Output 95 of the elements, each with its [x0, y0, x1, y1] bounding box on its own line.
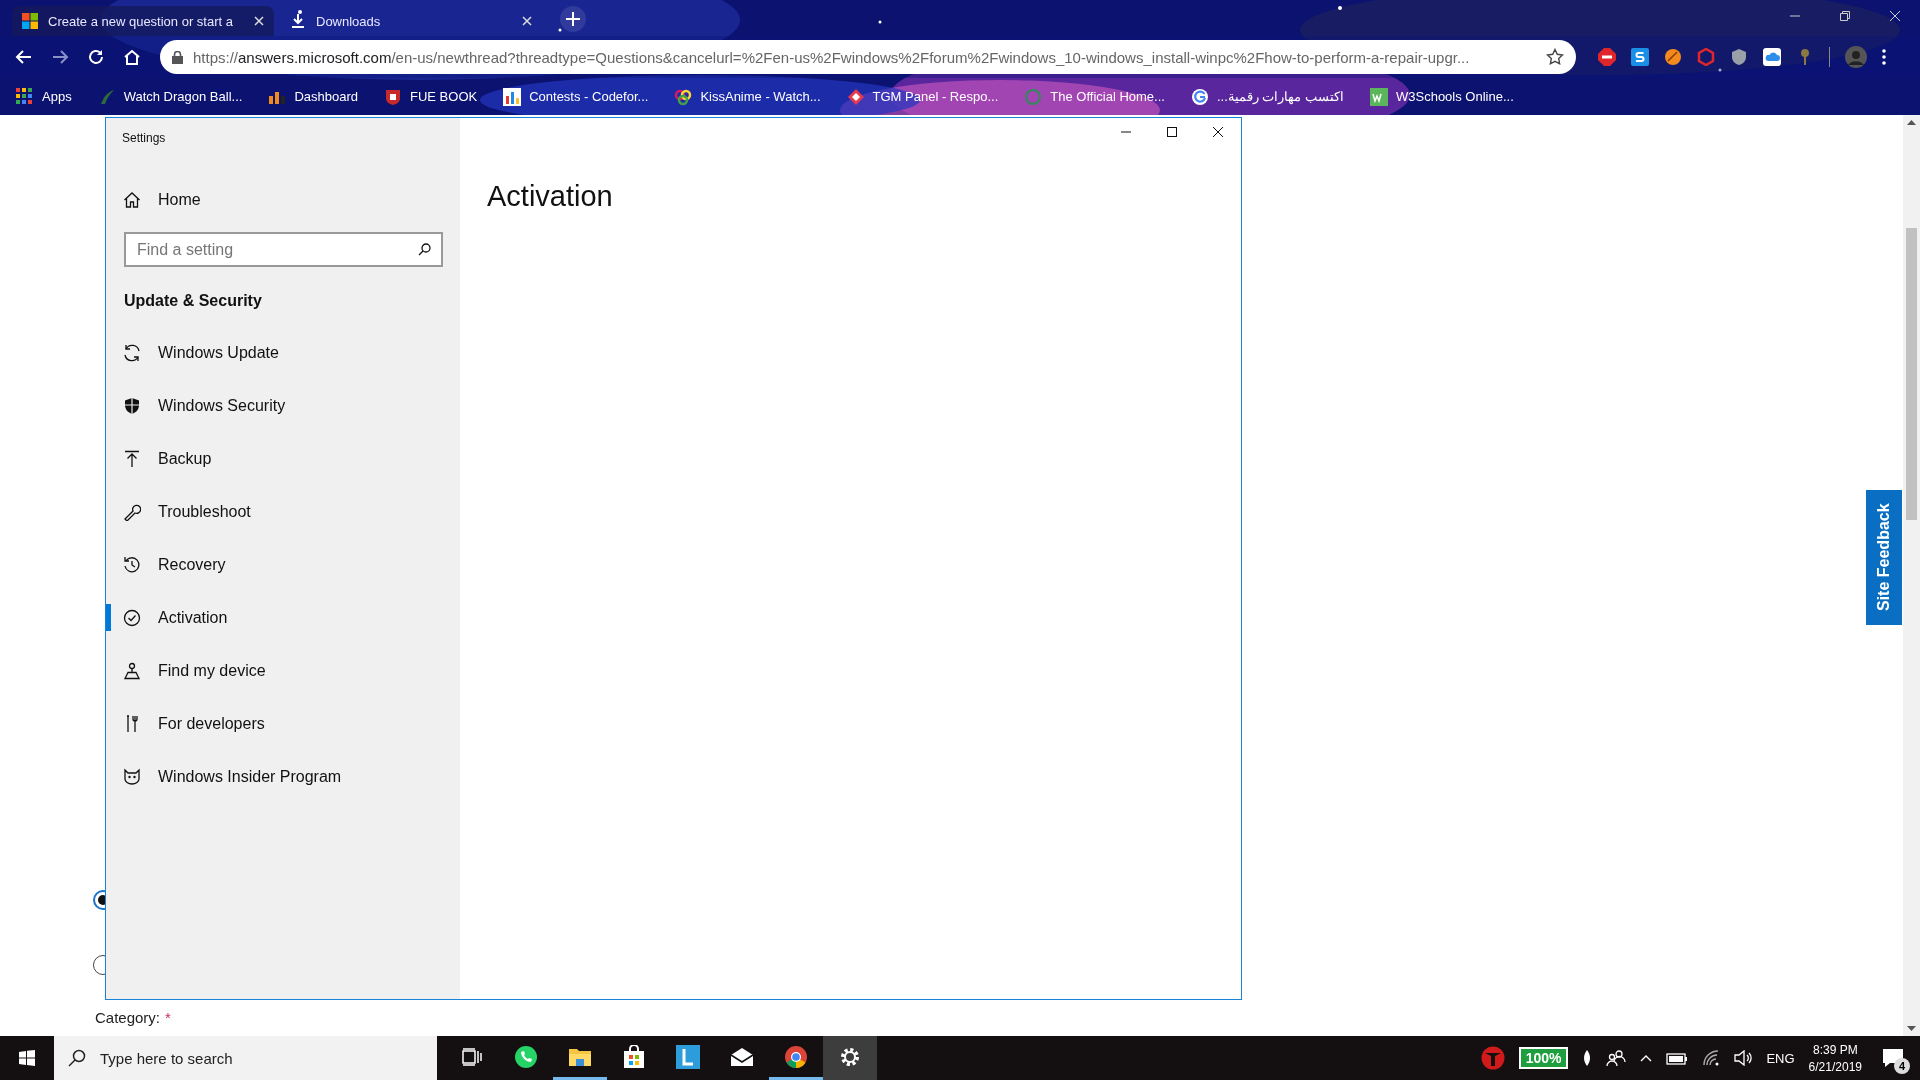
person-pin-icon	[123, 661, 141, 680]
bookmark-link[interactable]: اكتسب مهارات رقمية...	[1216, 89, 1344, 104]
radio-button[interactable]	[93, 890, 105, 910]
taskbar-app-button[interactable]	[823, 1036, 877, 1080]
scrollbar[interactable]	[1903, 115, 1920, 1036]
nav-item[interactable]: For developers	[106, 697, 460, 750]
clock-date[interactable]: 6/21/2019	[1808, 1059, 1862, 1074]
scroll-up-icon[interactable]	[1907, 119, 1916, 125]
nav-item[interactable]: Windows Insider Program	[106, 750, 460, 803]
check-circle-icon	[123, 608, 141, 627]
scrollbar-thumb[interactable]	[1906, 228, 1917, 520]
page-heading: Activation	[487, 180, 613, 213]
search-field[interactable]: Find a setting	[124, 232, 443, 267]
clock-time[interactable]: 8:39 PM	[1812, 1042, 1858, 1057]
cloud-icon[interactable]	[1763, 48, 1781, 66]
nav-item[interactable]: Windows Update	[106, 326, 460, 379]
battery-percent: 100%	[1518, 1047, 1569, 1069]
bookmark-link[interactable]: Dashboard	[294, 89, 358, 104]
bookmark-link[interactable]: W3Schools Online...	[1396, 89, 1514, 104]
chevron-up-icon[interactable]	[1640, 1054, 1653, 1062]
windows-logo-icon	[22, 13, 38, 29]
shopping-bag-icon	[622, 1044, 646, 1069]
crest-icon	[384, 87, 402, 106]
bookmark-link[interactable]: Watch Dragon Ball...	[123, 89, 243, 104]
address-bar[interactable]: https://answers.microsoft.com/en-us/newthread?threadtype=Questions&cancelurl=%2Fen-us%2Fwindows%2Fforum%2Fwindows_10-windows_install-winpc%2Fhow-to-perform-a-repair-upgr...	[160, 40, 1576, 74]
taskbar-search-field[interactable]: Type here to search	[54, 1036, 437, 1080]
back-icon[interactable]	[15, 48, 33, 66]
nav-item[interactable]: Home	[106, 173, 460, 226]
people-icon[interactable]	[1606, 1049, 1627, 1067]
search-icon	[418, 243, 431, 256]
wifi-icon[interactable]	[1702, 1050, 1721, 1066]
browser-tab[interactable]: Create a new question or start a	[12, 6, 274, 36]
download-icon	[290, 13, 306, 29]
notification-badge: 4	[1894, 1058, 1910, 1074]
field-label: Category:	[95, 1009, 161, 1026]
leaf-icon[interactable]	[1582, 1050, 1593, 1066]
s-logo-icon[interactable]	[1631, 48, 1649, 66]
history-icon	[123, 555, 141, 574]
close-icon[interactable]	[1213, 127, 1223, 137]
slash-circle-icon[interactable]	[1664, 48, 1682, 66]
search-icon	[68, 1049, 86, 1067]
sync-icon	[123, 343, 141, 362]
google-logo-icon	[1190, 87, 1209, 106]
window-title: Settings	[121, 131, 167, 147]
star-icon[interactable]	[1546, 48, 1564, 66]
shield-icon[interactable]	[1730, 48, 1748, 66]
new-tab-button[interactable]	[560, 6, 586, 32]
bookmark-link[interactable]: KissAnime - Watch...	[700, 89, 821, 104]
wrench-icon	[123, 502, 141, 521]
url-text: https://answers.microsoft.com/en-us/newthread?threadtype=Questions&cancelurl=%2Fen-us%2Fwindows%2Fforum%2Fwindows_10-windows_install-winpc%2Fhow-to-perform-a-repair-upgr...	[193, 48, 1471, 66]
feedback-tab[interactable]: Site Feedback	[1866, 490, 1902, 625]
nav-item[interactable]: Find my device	[106, 644, 460, 697]
chrome-logo-icon	[784, 1044, 808, 1069]
l-logo-icon	[676, 1044, 700, 1069]
nav-item[interactable]: Troubleshoot	[106, 485, 460, 538]
task-view-icon[interactable]	[462, 1047, 482, 1066]
hexagon-icon[interactable]	[1697, 48, 1715, 66]
browser-tab[interactable]: Downloads	[280, 6, 542, 36]
volume-icon[interactable]	[1734, 1050, 1753, 1066]
nav-item[interactable]: Recovery	[106, 538, 460, 591]
cat-icon	[123, 767, 141, 786]
required-mark: *	[165, 1009, 171, 1026]
nav-item[interactable]: Backup	[106, 432, 460, 485]
upload-icon	[123, 449, 141, 468]
adblock-icon[interactable]	[1598, 48, 1616, 66]
chat-bubble-icon	[514, 1044, 538, 1069]
rings-icon	[674, 87, 693, 106]
diamond-icon	[846, 87, 865, 106]
home-icon	[123, 190, 141, 209]
windows-logo-icon[interactable]	[19, 1050, 35, 1066]
home-icon[interactable]	[123, 48, 141, 66]
tab-title: Downloads	[316, 13, 382, 29]
bookmark-link[interactable]: TGM Panel - Respo...	[872, 89, 999, 104]
plus-icon	[566, 12, 580, 26]
battery-icon[interactable]	[1666, 1051, 1689, 1065]
restore-icon[interactable]	[1840, 11, 1850, 21]
round-logo-icon[interactable]	[1480, 1046, 1505, 1070]
bookmark-link[interactable]: The Official Home...	[1050, 89, 1165, 104]
reload-icon[interactable]	[87, 48, 105, 66]
lock-icon	[172, 50, 183, 64]
section-heading: Update & Security	[123, 292, 263, 310]
bookmark-link[interactable]: FUE BOOK	[410, 89, 478, 104]
menu-icon[interactable]	[1882, 49, 1886, 65]
nav-item[interactable]: Windows Security	[106, 379, 460, 432]
bookmark-link[interactable]: Contests - Codefor...	[529, 89, 649, 104]
tab-title: Create a new question or start a	[48, 13, 234, 29]
apps-grid-icon	[16, 87, 34, 106]
maximize-icon[interactable]	[1167, 127, 1177, 137]
forward-icon[interactable]	[51, 48, 69, 66]
nav-item[interactable]: Activation	[106, 591, 460, 644]
language-indicator[interactable]: ENG	[1766, 1050, 1795, 1066]
shield-icon	[123, 396, 141, 415]
scroll-down-icon[interactable]	[1907, 1026, 1916, 1032]
radio-button[interactable]	[93, 955, 105, 975]
bookmark-link[interactable]: Apps	[42, 89, 72, 104]
